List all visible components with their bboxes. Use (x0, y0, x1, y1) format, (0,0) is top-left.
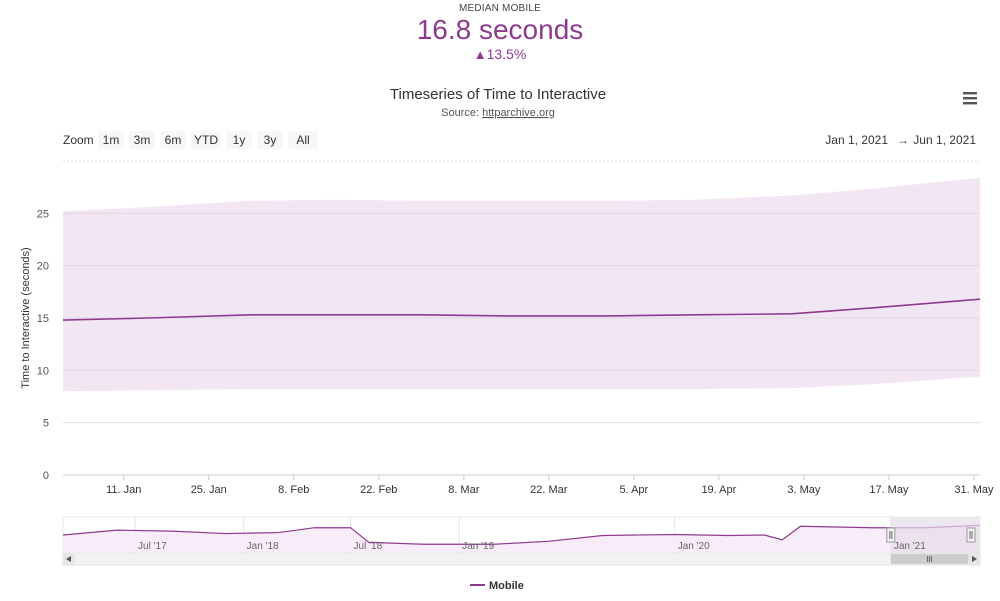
zoom-button-1y[interactable]: 1y (226, 131, 252, 149)
zoom-button-1m[interactable]: 1m (98, 131, 124, 149)
legend-item-mobile[interactable]: Mobile (470, 580, 524, 592)
range-from[interactable]: Jan 1, 2021 (825, 133, 888, 147)
subtitle-prefix: Source: (441, 107, 482, 119)
x-tick-label: 17. May (869, 484, 909, 496)
y-tick-label: 0 (43, 470, 49, 482)
navigator-handle[interactable] (966, 527, 976, 543)
navigator-label: Jan '21 (894, 541, 926, 552)
x-tick-label: 19. Apr (701, 484, 736, 496)
subtitle-link[interactable]: httparchive.org (482, 107, 555, 119)
navigator[interactable]: Jul '17 Jan '18 Jul '18 Jan '19 Jan '20 Jan '… (62, 516, 981, 554)
x-tick-label: 25. Jan (191, 484, 227, 496)
y-tick-label: 15 (37, 313, 49, 325)
x-tick-label: 3. May (787, 484, 821, 496)
navigator-label: Jul '18 (354, 541, 383, 552)
range-arrow: → (897, 133, 909, 147)
x-tick-label: 8. Mar (448, 484, 480, 496)
x-tick-label: 22. Feb (360, 484, 397, 496)
y-axis-label: Time to Interactive (seconds) (20, 247, 32, 388)
x-tick-label: 11. Jan (106, 484, 141, 496)
x-axis-ticks: 11. Jan 25. Jan 8. Feb 22. Feb 8. Mar 22. Mar… (106, 475, 994, 496)
legend: Mobile (470, 580, 524, 592)
zoom-button-3y[interactable]: 3y (257, 131, 283, 149)
handle-body (966, 527, 976, 543)
navigator-label: Jan '18 (247, 541, 279, 552)
zoom-button-label: 1m (103, 133, 120, 147)
x-tick-label: 5. Apr (619, 484, 648, 496)
zoom-button-label: 1y (233, 133, 246, 147)
navigator-label: Jan '19 (462, 541, 494, 552)
zoom-button-6m[interactable]: 6m (160, 131, 186, 149)
handle-body (886, 527, 896, 543)
range-selector: Zoom 1m 3m 6m YTD 1y 3y All Jan 1, 2021 → Jun … (63, 131, 976, 149)
chart-title: Timeseries of Time to Interactive (390, 86, 606, 103)
zoom-button-all[interactable]: All (288, 131, 318, 149)
zoom-button-label: 3m (134, 133, 151, 147)
navigator-label: Jan '20 (678, 541, 710, 552)
y-tick-label: 5 (43, 418, 49, 430)
scrollbar-track[interactable] (62, 552, 981, 566)
y-tick-label: 25 (37, 208, 49, 220)
navigator-handle[interactable] (886, 527, 896, 543)
y-tick-label: 10 (37, 365, 49, 377)
zoom-button-label: 3y (264, 133, 277, 147)
navigator-label: Jul '17 (138, 541, 167, 552)
range-to[interactable]: Jun 1, 2021 (913, 133, 976, 147)
band-area (63, 177, 980, 392)
scrollbar[interactable] (62, 552, 981, 566)
hamburger-menu-icon[interactable] (958, 88, 982, 108)
x-tick-label: 31. May (954, 484, 994, 496)
y-axis-ticks: 0 5 10 15 20 25 (37, 208, 49, 482)
y-tick-label: 20 (37, 261, 49, 273)
legend-label: Mobile (489, 580, 524, 592)
zoom-button-label: All (296, 133, 309, 147)
zoom-button-ytd[interactable]: YTD (191, 131, 221, 149)
chart-subtitle: Source: httparchive.org (441, 107, 555, 119)
zoom-buttons: 1m 3m 6m YTD 1y 3y All (98, 131, 318, 149)
x-tick-label: 22. Mar (530, 484, 568, 496)
zoom-label: Zoom (63, 133, 94, 147)
zoom-button-label: 6m (165, 133, 182, 147)
x-tick-label: 8. Feb (278, 484, 309, 496)
zoom-button-3m[interactable]: 3m (129, 131, 155, 149)
chart: Timeseries of Time to Interactive Source… (20, 86, 994, 592)
zoom-button-label: YTD (194, 133, 218, 147)
